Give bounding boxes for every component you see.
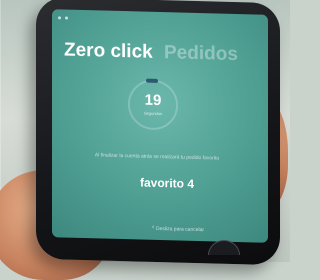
tab-zero-click[interactable]: Zero click xyxy=(64,39,153,62)
countdown-ring: 19 Segundos xyxy=(128,78,178,131)
chevron-left-icon[interactable]: ‹ xyxy=(152,224,154,231)
countdown-progress-arc xyxy=(146,78,158,83)
cancel-swipe-hint[interactable]: Desliza para cancelar xyxy=(156,226,204,233)
wifi-icon xyxy=(65,16,68,20)
phone-screen: Zero click Pedidos 19 Segundos Al finali… xyxy=(52,9,268,243)
favorite-order-label: favorito 4 xyxy=(139,175,194,191)
tab-bar: Zero click Pedidos xyxy=(64,39,238,66)
countdown-unit: Segundos xyxy=(143,110,162,117)
status-bar xyxy=(58,13,258,26)
countdown-number: 19 xyxy=(144,91,162,110)
tab-pedidos[interactable]: Pedidos xyxy=(164,42,238,65)
instructions-text: Al finalizar la cuenta atrás se realizar… xyxy=(94,152,220,162)
signal-icon xyxy=(58,15,61,19)
